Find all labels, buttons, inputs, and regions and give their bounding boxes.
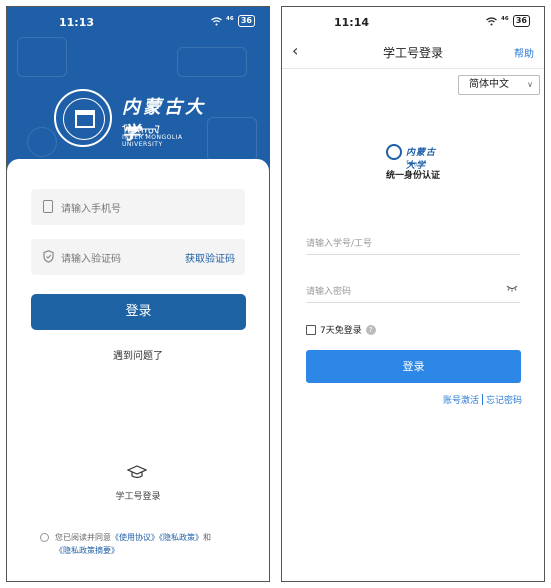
phone-field[interactable]: 请输入手机号: [31, 189, 245, 225]
phone-icon: [43, 200, 53, 213]
battery-icon: 36: [512, 15, 530, 27]
privacy-link[interactable]: 《隐私政策》: [159, 533, 203, 542]
signal-icon: ⁴⁶: [500, 16, 509, 26]
login-card: 请输入手机号 请输入验证码 获取验证码: [7, 159, 269, 581]
status-bar: 11:14 ⁴⁶ 36: [282, 7, 544, 33]
terms-link[interactable]: 《使用协议》: [111, 533, 159, 542]
battery-icon: 36: [237, 15, 255, 27]
language-value: 简体中文: [469, 79, 509, 90]
remember-checkbox[interactable]: [306, 324, 316, 335]
account-input[interactable]: 请输入学号/工号: [306, 236, 372, 249]
university-name-mn-small: ᠮᠣᠩ: [406, 160, 418, 167]
language-select[interactable]: 简体中文 ∨: [458, 75, 540, 95]
divider: [481, 394, 483, 405]
university-seal-icon: [386, 144, 402, 160]
phone-input[interactable]: 请输入手机号: [61, 200, 121, 215]
privacy-summary-link[interactable]: 《隐私政策摘要》: [55, 546, 119, 555]
wifi-icon: [211, 16, 222, 25]
status-time: 11:14: [334, 16, 370, 29]
university-logo-small: 内蒙古大学 ᠮᠣᠩ: [386, 144, 444, 171]
page-title: 学工号登录: [382, 46, 443, 60]
university-name-en: INNER MONGOLIA UNIVERSITY: [122, 134, 183, 148]
status-time: 11:13: [59, 16, 95, 29]
login-button[interactable]: 登录: [31, 294, 246, 330]
nav-bar: ‹ 学工号登录 帮助: [282, 33, 544, 69]
remember-label: 7天免登录: [320, 326, 362, 336]
header-banner: 11:13 ⁴⁶ 36 内蒙古大学 ᠮᠣᠩᠭᠣᠯ INNER MONGOLIA …: [7, 7, 269, 182]
wifi-icon: [486, 16, 497, 25]
chevron-down-icon: ∨: [527, 80, 533, 89]
left-phone-screen: 11:13 ⁴⁶ 36 内蒙古大学 ᠮᠣᠩᠭᠣᠯ INNER MONGOLIA …: [6, 6, 270, 582]
help-link[interactable]: 遇到问题了: [7, 347, 269, 362]
university-seal-icon: [54, 89, 112, 147]
staff-id-login-link[interactable]: 学工号登录: [7, 489, 269, 502]
shield-icon: [43, 250, 54, 263]
agreement-and: 和: [203, 533, 211, 542]
remember-me[interactable]: 7天免登录 ?: [306, 323, 376, 336]
eye-closed-icon[interactable]: [506, 285, 518, 292]
agreement-prefix: 您已阅读并同意: [55, 533, 111, 542]
university-logo: 内蒙古大学 ᠮᠣᠩᠭᠣᠯ INNER MONGOLIA UNIVERSITY: [54, 89, 224, 149]
account-field[interactable]: 请输入学号/工号: [306, 229, 520, 255]
status-bar: 11:13 ⁴⁶ 36: [7, 7, 269, 33]
login-button[interactable]: 登录: [306, 350, 521, 383]
get-code-button[interactable]: 获取验证码: [185, 250, 235, 265]
account-links: 账号激活 忘记密码: [443, 393, 522, 406]
password-input[interactable]: 请输入密码: [306, 284, 351, 297]
agreement: 您已阅读并同意《使用协议》《隐私政策》和 《隐私政策摘要》: [40, 531, 251, 557]
signal-icon: ⁴⁶: [225, 16, 234, 26]
password-field[interactable]: 请输入密码: [306, 277, 520, 303]
agree-radio[interactable]: [40, 533, 49, 542]
forgot-password-link[interactable]: 忘记密码: [486, 393, 522, 406]
graduation-cap-icon[interactable]: [127, 465, 147, 481]
right-phone-screen: 11:14 ⁴⁶ 36 ‹ 学工号登录 帮助 简体中文 ∨ 内蒙古大学 ᠮᠣᠩ …: [281, 6, 545, 582]
code-field[interactable]: 请输入验证码 获取验证码: [31, 239, 245, 275]
help-button[interactable]: 帮助: [514, 45, 534, 60]
auth-title: 统一身份认证: [385, 171, 440, 181]
question-icon[interactable]: ?: [365, 324, 376, 335]
code-input[interactable]: 请输入验证码: [61, 250, 121, 265]
activate-account-link[interactable]: 账号激活: [443, 393, 479, 406]
